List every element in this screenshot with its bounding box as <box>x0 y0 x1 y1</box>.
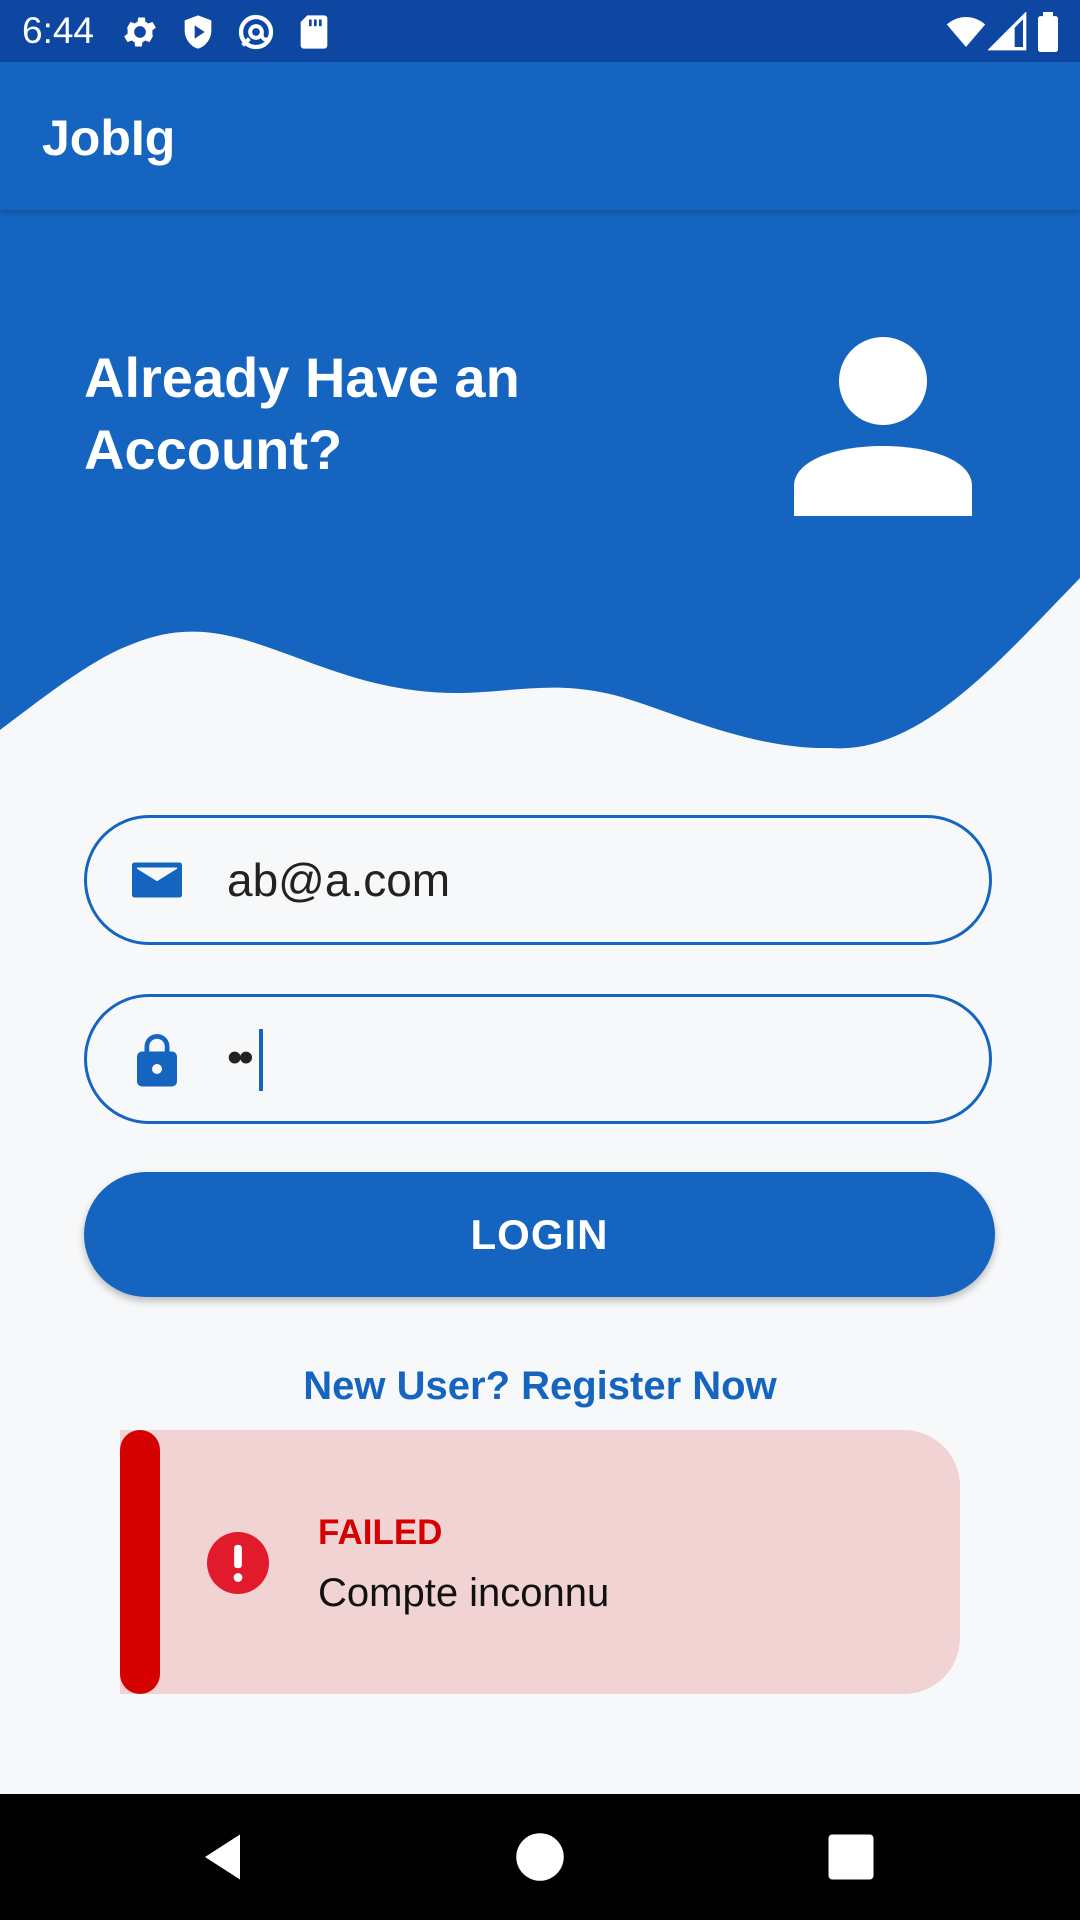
status-time: 6:44 <box>22 10 95 51</box>
home-icon[interactable] <box>510 1827 570 1887</box>
back-icon[interactable] <box>195 1827 255 1887</box>
register-link[interactable]: New User? Register Now <box>0 1360 1080 1412</box>
error-icon <box>207 1532 269 1594</box>
header-title: Already Have an Account? <box>84 346 520 481</box>
signal-icon <box>988 12 1028 52</box>
toast-accent-bar <box>120 1430 160 1694</box>
error-toast: FAILED Compte inconnu <box>120 1430 960 1694</box>
recents-icon[interactable] <box>821 1827 881 1887</box>
password-value: •• <box>227 1033 254 1082</box>
lock-icon <box>127 1029 187 1089</box>
at-sync-icon <box>236 12 276 52</box>
text-cursor <box>259 1029 263 1091</box>
battery-icon <box>1034 12 1062 52</box>
shield-play-icon <box>178 12 218 52</box>
person-icon <box>794 336 972 516</box>
navigation-bar <box>0 1794 1080 1920</box>
toast-title: FAILED <box>318 1513 443 1552</box>
toast-message: Compte inconnu <box>318 1571 610 1615</box>
email-field[interactable]: ab@a.com <box>84 815 992 945</box>
sd-card-icon <box>294 12 334 52</box>
login-screen: 6:44 JobIg Already Have an Account? ab@a… <box>0 0 1080 1920</box>
app-title: JobIg <box>42 110 176 166</box>
mail-icon <box>127 850 187 910</box>
settings-icon <box>120 12 160 52</box>
login-button[interactable]: LOGIN <box>84 1172 995 1297</box>
app-bar: JobIg <box>0 62 1080 210</box>
status-bar: 6:44 <box>0 0 1080 62</box>
wifi-icon <box>944 12 988 52</box>
email-value: ab@a.com <box>227 854 451 906</box>
password-field[interactable]: •• <box>84 994 992 1124</box>
